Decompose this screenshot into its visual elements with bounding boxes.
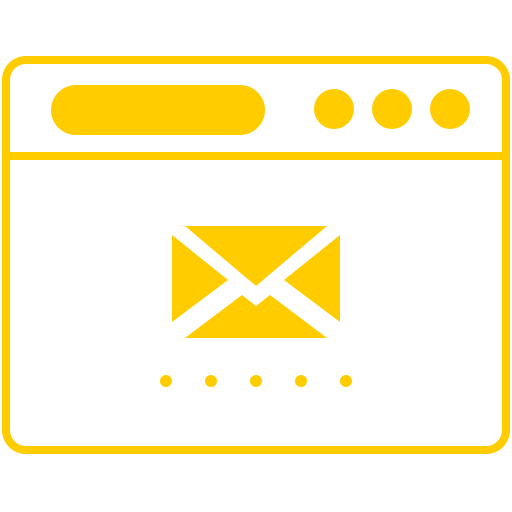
window-control-dot xyxy=(372,89,412,129)
pagination-dot xyxy=(160,375,172,387)
browser-email-icon xyxy=(2,56,510,454)
window-control-dot xyxy=(430,89,470,129)
pagination-dot xyxy=(205,375,217,387)
window-control-dot xyxy=(314,89,354,129)
envelope-icon xyxy=(172,226,340,338)
address-bar-pill xyxy=(51,85,265,135)
pagination-dot xyxy=(250,375,262,387)
icon-canvas xyxy=(0,0,512,512)
pagination-dot xyxy=(295,375,307,387)
pagination-dot xyxy=(340,375,352,387)
pagination-dots xyxy=(160,375,352,387)
